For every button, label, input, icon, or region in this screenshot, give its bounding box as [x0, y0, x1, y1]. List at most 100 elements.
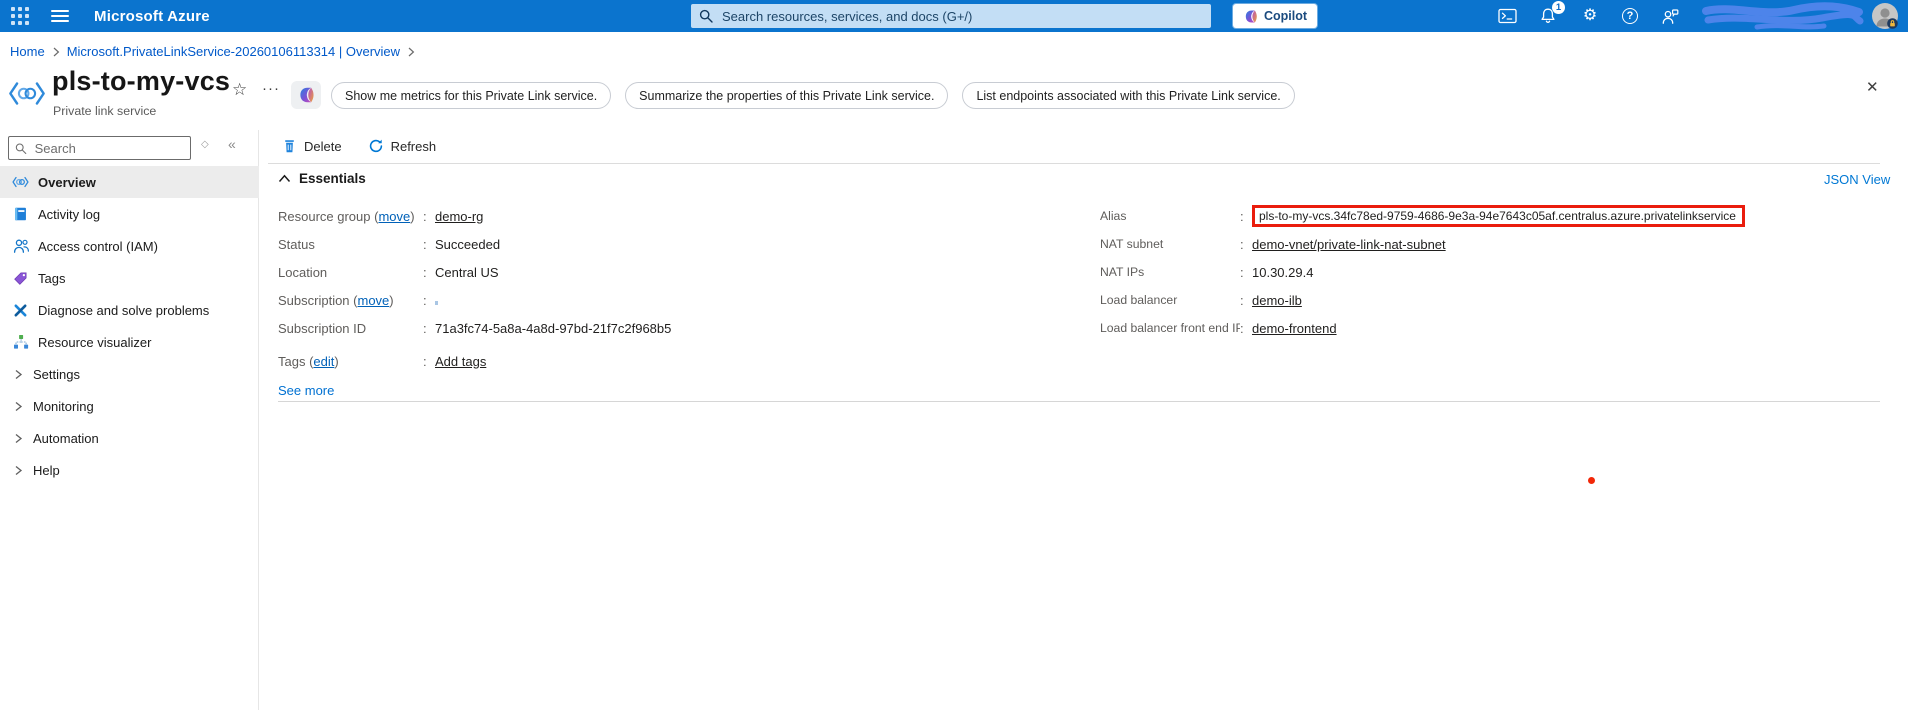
hamburger-icon: [51, 10, 69, 22]
sidebar-group-settings[interactable]: Settings: [0, 358, 259, 390]
lb-frontend-ip-link[interactable]: demo-frontend: [1252, 321, 1337, 336]
colon: :: [423, 264, 427, 280]
chevron-right-icon: [14, 433, 23, 444]
edit-tags-link[interactable]: edit: [313, 354, 334, 369]
essentials-right-column: Alias : pls-to-my-vcs.34fc78ed-9759-4686…: [1100, 202, 1860, 342]
sidebar-group-help[interactable]: Help: [0, 454, 259, 486]
nat-subnet-link[interactable]: demo-vnet/private-link-nat-subnet: [1252, 237, 1446, 252]
delete-button[interactable]: Delete: [282, 138, 342, 154]
field-location: Location : Central US: [278, 258, 918, 286]
account-avatar[interactable]: [1872, 3, 1898, 29]
app-launcher-button[interactable]: [0, 0, 40, 32]
breadcrumb-resource-link[interactable]: Microsoft.PrivateLinkService-20260106113…: [67, 44, 400, 59]
field-label-suffix: ): [410, 208, 415, 224]
red-annotation-dot: [1588, 477, 1595, 484]
essentials-left-column: Resource group (move) : demo-rg Status :…: [278, 202, 918, 399]
notification-badge: 1: [1552, 1, 1565, 14]
field-subscription-id: Subscription ID : 71a3fc74-5a8a-4a8d-97b…: [278, 314, 918, 342]
move-link[interactable]: move: [378, 209, 410, 224]
activity-log-icon: [12, 206, 29, 222]
subscription-id-value: 71a3fc74-5a8a-4a8d-97bd-21f7c2f968b5: [435, 320, 672, 336]
chevron-right-icon: [52, 47, 60, 57]
copilot-suggestion-metrics[interactable]: Show me metrics for this Private Link se…: [331, 82, 612, 109]
copilot-suggestion-endpoints[interactable]: List endpoints associated with this Priv…: [962, 82, 1295, 109]
colon: :: [1240, 208, 1244, 224]
sidebar-group-monitoring[interactable]: Monitoring: [0, 390, 259, 422]
sidebar-item-label: Tags: [38, 270, 66, 286]
colon: :: [423, 353, 427, 369]
access-control-icon: [12, 238, 29, 254]
notifications-button[interactable]: 1: [1530, 0, 1566, 32]
copilot-suggestions-chip[interactable]: [291, 81, 321, 109]
collapse-menu-icon[interactable]: «: [228, 136, 236, 152]
brand-title[interactable]: Microsoft Azure: [94, 8, 210, 25]
sidebar-item-label: Access control (IAM): [38, 238, 158, 254]
help-icon: ?: [1622, 8, 1638, 24]
resource-group-link[interactable]: demo-rg: [435, 209, 483, 224]
sidebar-item-tags[interactable]: Tags: [0, 262, 259, 294]
menu-options-icon[interactable]: ◇: [201, 139, 209, 150]
menu-search-input[interactable]: [32, 139, 184, 157]
refresh-button-label: Refresh: [390, 138, 437, 154]
resource-menu: ◇ « Overview: [0, 130, 259, 710]
sidebar-group-label: Help: [33, 462, 60, 478]
toolbar-divider: [268, 163, 1880, 164]
gear-icon: ⚙: [1582, 7, 1598, 24]
breadcrumb-home-link[interactable]: Home: [10, 44, 45, 59]
status-value: Succeeded: [435, 236, 501, 252]
close-blade-icon[interactable]: ✕: [1866, 78, 1879, 96]
chevron-up-icon: [278, 174, 291, 182]
json-view-link[interactable]: JSON View: [1824, 172, 1890, 187]
portal-menu-button[interactable]: [40, 0, 80, 32]
sidebar-item-diagnose[interactable]: Diagnose and solve problems: [0, 294, 259, 326]
location-value: Central US: [435, 264, 499, 280]
sidebar-item-resource-visualizer[interactable]: Resource visualizer: [0, 326, 259, 358]
sidebar-item-activity-log[interactable]: Activity log: [0, 198, 259, 230]
menu-search-box[interactable]: [8, 136, 191, 160]
delete-button-label: Delete: [304, 138, 342, 154]
add-tags-link[interactable]: Add tags: [435, 354, 486, 369]
colon: :: [423, 208, 427, 224]
colon: :: [1240, 320, 1244, 336]
refresh-button[interactable]: Refresh: [368, 138, 437, 154]
chevron-right-icon: [407, 47, 415, 57]
cloud-shell-button[interactable]: [1489, 0, 1525, 32]
settings-button[interactable]: ⚙: [1572, 0, 1608, 32]
command-bar: Delete Refresh: [282, 138, 436, 154]
chevron-right-icon: [14, 401, 23, 412]
feedback-button[interactable]: [1652, 0, 1688, 32]
field-label: Load balancer: [1100, 293, 1178, 307]
sidebar-item-label: Diagnose and solve problems: [38, 302, 210, 318]
field-label: Load balancer front end IP: [1100, 321, 1240, 335]
sidebar-item-access-control[interactable]: Access control (IAM): [0, 230, 259, 262]
field-load-balancer: Load balancer : demo-ilb: [1100, 286, 1860, 314]
colon: :: [423, 292, 427, 308]
field-status: Status : Succeeded: [278, 230, 918, 258]
load-balancer-link[interactable]: demo-ilb: [1252, 293, 1302, 308]
copilot-suggestion-pills: Show me metrics for this Private Link se…: [331, 82, 1295, 109]
more-options-icon[interactable]: ···: [262, 80, 280, 97]
sidebar-group-automation[interactable]: Automation: [0, 422, 259, 454]
essentials-toggle[interactable]: Essentials: [278, 171, 366, 186]
sidebar-item-label: Resource visualizer: [38, 334, 152, 350]
search-icon: [699, 9, 713, 23]
copilot-button[interactable]: Copilot: [1233, 4, 1318, 28]
help-button[interactable]: ?: [1612, 0, 1648, 32]
field-nat-subnet: NAT subnet : demo-vnet/private-link-nat-…: [1100, 230, 1860, 258]
breadcrumb: Home Microsoft.PrivateLinkService-202601…: [10, 44, 422, 59]
field-label-suffix: ): [389, 292, 394, 308]
field-resource-group: Resource group (move) : demo-rg: [278, 202, 918, 230]
global-search-box[interactable]: [691, 4, 1211, 28]
alias-highlight-box: pls-to-my-vcs.34fc78ed-9759-4686-9e3a-94…: [1252, 205, 1745, 227]
tag-icon: [12, 271, 29, 286]
waffle-icon: [11, 7, 29, 25]
favorite-star-icon[interactable]: ☆: [232, 80, 247, 100]
sidebar-group-label: Automation: [33, 430, 99, 446]
sidebar-item-overview[interactable]: Overview: [0, 166, 259, 198]
copilot-suggestion-summarize[interactable]: Summarize the properties of this Private…: [625, 82, 949, 109]
see-more-link[interactable]: See more: [278, 383, 334, 398]
colon: :: [1240, 236, 1244, 252]
copilot-button-label: Copilot: [1264, 9, 1308, 23]
move-link[interactable]: move: [357, 293, 389, 308]
global-search-input[interactable]: [720, 7, 1203, 25]
